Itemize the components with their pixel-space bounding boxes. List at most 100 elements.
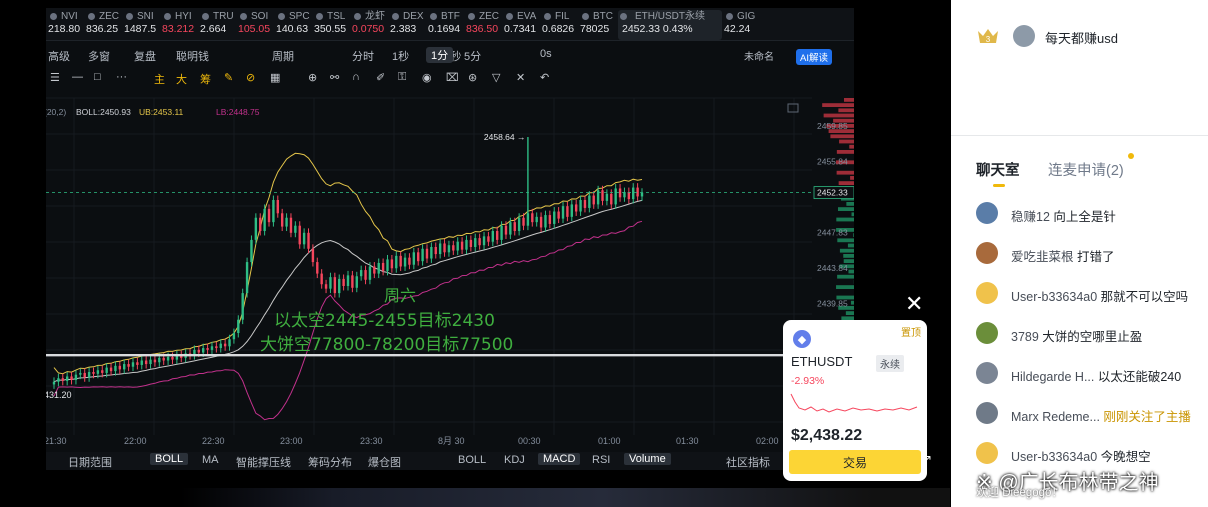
timeshare-button[interactable]: 分时 — [352, 48, 374, 64]
candle-body — [289, 217, 293, 233]
candle-body — [421, 248, 424, 262]
tab-mic-requests[interactable]: 连麦申请(2) — [1048, 159, 1124, 180]
square-icon[interactable]: □ — [94, 71, 101, 83]
ticker-item[interactable]: SNI 1487.5 — [124, 10, 160, 40]
indicator-macd[interactable]: MACD — [538, 453, 581, 465]
y-tick-label: 2447.83 — [817, 228, 848, 238]
indicator-boll-sub[interactable]: BOLL — [458, 454, 486, 466]
tab-chatroom[interactable]: 聊天室 — [976, 159, 1020, 180]
candle-body — [561, 206, 565, 219]
crosshair-icon[interactable]: ⊕ — [308, 71, 317, 84]
grid-icon[interactable]: ▦ — [270, 71, 280, 84]
chat-user[interactable]: User-b33634a0 — [1011, 290, 1097, 304]
ticker-item[interactable]: NVI 218.80 — [48, 10, 84, 40]
big-order-toggle[interactable]: 大 — [176, 71, 187, 87]
chat-user[interactable]: Marx Redeme... — [1011, 410, 1100, 424]
low-price-label: 431.20 — [46, 390, 72, 400]
alert-icon[interactable]: ⊛ — [468, 71, 477, 84]
ticker-item[interactable]: GIG 42.24 — [724, 10, 758, 40]
ticker-item[interactable]: ZEC 836.25 — [86, 10, 122, 40]
trash-icon[interactable]: ⌧ — [446, 71, 459, 84]
ticker-item[interactable]: SPC 140.63 — [276, 10, 312, 40]
indicator-chip[interactable]: 筹码分布 — [308, 454, 352, 470]
magnet-icon[interactable]: ∩ — [352, 71, 360, 83]
multi-window-button[interactable]: 多窗 — [88, 48, 110, 64]
indicator-boll-main[interactable]: BOLL — [150, 453, 189, 465]
interval-5m[interactable]: 5分 — [464, 48, 481, 64]
depth-bar — [822, 103, 854, 107]
close-drawing-icon[interactable]: ✕ — [516, 71, 525, 84]
screen: NVI 218.80 ZEC 836.25 SNI 1487.5 HYI 83.212 TRU 2… — [0, 0, 1208, 507]
candle-body — [557, 211, 560, 219]
chip-toggle[interactable]: 筹 — [200, 71, 211, 87]
y-tick-label: 2443.84 — [817, 263, 848, 273]
interval-1s[interactable]: 1秒 — [392, 48, 409, 64]
ticker-item[interactable]: HYI 83.212 — [162, 10, 198, 40]
community-indicator[interactable]: 社区指标 — [726, 454, 770, 470]
ticker-item[interactable]: TRU 2.664 — [200, 10, 236, 40]
replay-button[interactable]: 复盘 — [134, 48, 156, 64]
minus-icon[interactable]: — — [72, 71, 83, 83]
ai-analyze-button[interactable]: AI解读 — [796, 49, 832, 65]
pin-label[interactable]: 置顶 — [901, 324, 921, 339]
chat-user[interactable]: Hildegarde H... — [1011, 370, 1094, 384]
indicator-liquidation[interactable]: 爆仓图 — [368, 454, 401, 470]
chat-user[interactable]: 稳赚12 — [1011, 210, 1050, 224]
indicator-kdj[interactable]: KDJ — [504, 454, 525, 466]
candle-body — [408, 257, 411, 265]
filter-icon[interactable]: ▽ — [492, 71, 500, 84]
candle-body — [583, 199, 587, 208]
interval-1m[interactable]: 1分 — [426, 47, 454, 63]
period-dropdown[interactable]: 周期 — [272, 48, 294, 64]
layout-name-dropdown[interactable]: 未命名 — [744, 48, 774, 63]
chat-user[interactable]: 爱吃韭菜根 — [1011, 250, 1074, 264]
trade-button[interactable]: 交易 — [789, 450, 921, 474]
ticker-item[interactable]: FIL 0.6826 — [542, 10, 578, 40]
indicator-volume[interactable]: Volume — [624, 453, 671, 465]
candle-body — [272, 199, 275, 223]
candle-body — [399, 255, 402, 267]
ticker-item[interactable]: 龙虾 0.0750 — [352, 10, 388, 40]
indicator-rsi[interactable]: RSI — [592, 454, 610, 466]
menu-icon[interactable]: ☰ — [50, 71, 60, 84]
pencil-icon[interactable]: ✎ — [224, 71, 233, 84]
price-chart[interactable]: 2458.64 → 2459.85 2455.84 2447.83 2443.84 243… — [46, 90, 854, 450]
message-line: 爱吃韭菜根 打错了 — [1011, 246, 1115, 265]
ticker-item[interactable]: EVA 0.7341 — [504, 10, 540, 40]
smart-money-button[interactable]: 聪明钱 — [176, 48, 209, 64]
ticker-item[interactable]: TSL 350.55 — [314, 10, 350, 40]
candle-body — [294, 225, 297, 233]
date-range-dropdown[interactable]: 日期范围 — [68, 454, 112, 470]
ruler-icon[interactable]: ⊘ — [246, 71, 255, 84]
eye-icon[interactable]: ◉ — [422, 71, 432, 84]
lock-icon[interactable]: ⚿ — [398, 71, 406, 84]
ticker-name: ZEC — [466, 10, 502, 23]
ticker-item[interactable]: BTC 78025 — [580, 10, 616, 40]
ticker-item[interactable]: BTF 0.1694 — [428, 10, 464, 40]
link-icon[interactable]: ⚯ — [330, 71, 339, 84]
candle-body — [412, 252, 416, 265]
close-icon[interactable]: ✕ — [905, 293, 923, 315]
more-icon[interactable]: ··· — [116, 71, 127, 83]
candle-body — [381, 262, 385, 271]
message-line: User-b33634a0 今晚想空 — [1011, 446, 1151, 465]
draw-icon[interactable]: ✐ — [376, 71, 385, 84]
main-chart-toggle[interactable]: 主 — [154, 71, 165, 87]
undo-icon[interactable]: ↶ — [540, 71, 549, 84]
candle-body — [601, 190, 604, 201]
indicator-ma[interactable]: MA — [202, 454, 219, 466]
expand-icon[interactable]: ↗ — [922, 452, 932, 466]
ticker-item[interactable]: DEX 2.383 — [390, 10, 426, 40]
candle-body — [588, 195, 591, 208]
candle-body — [57, 378, 60, 382]
ticker-item[interactable]: ETH/USDT永续 2452.33 0.43% — [618, 10, 722, 40]
candle-body — [359, 270, 363, 277]
indicator-smart-line[interactable]: 智能撑压线 — [236, 454, 291, 470]
ticker-item[interactable]: SOI 105.05 — [238, 10, 274, 40]
depth-bar — [850, 176, 854, 180]
ticker-item[interactable]: ZEC 836.50 — [466, 10, 502, 40]
chat-user[interactable]: 3789 — [1011, 330, 1039, 344]
advanced-button[interactable]: 高级 — [48, 48, 70, 64]
ticker-popup[interactable]: 置顶 ◆ ETHUSDT 永续 -2.93% $2,438.22 交易 — [783, 320, 927, 481]
chat-user[interactable]: User-b33634a0 — [1011, 450, 1097, 464]
